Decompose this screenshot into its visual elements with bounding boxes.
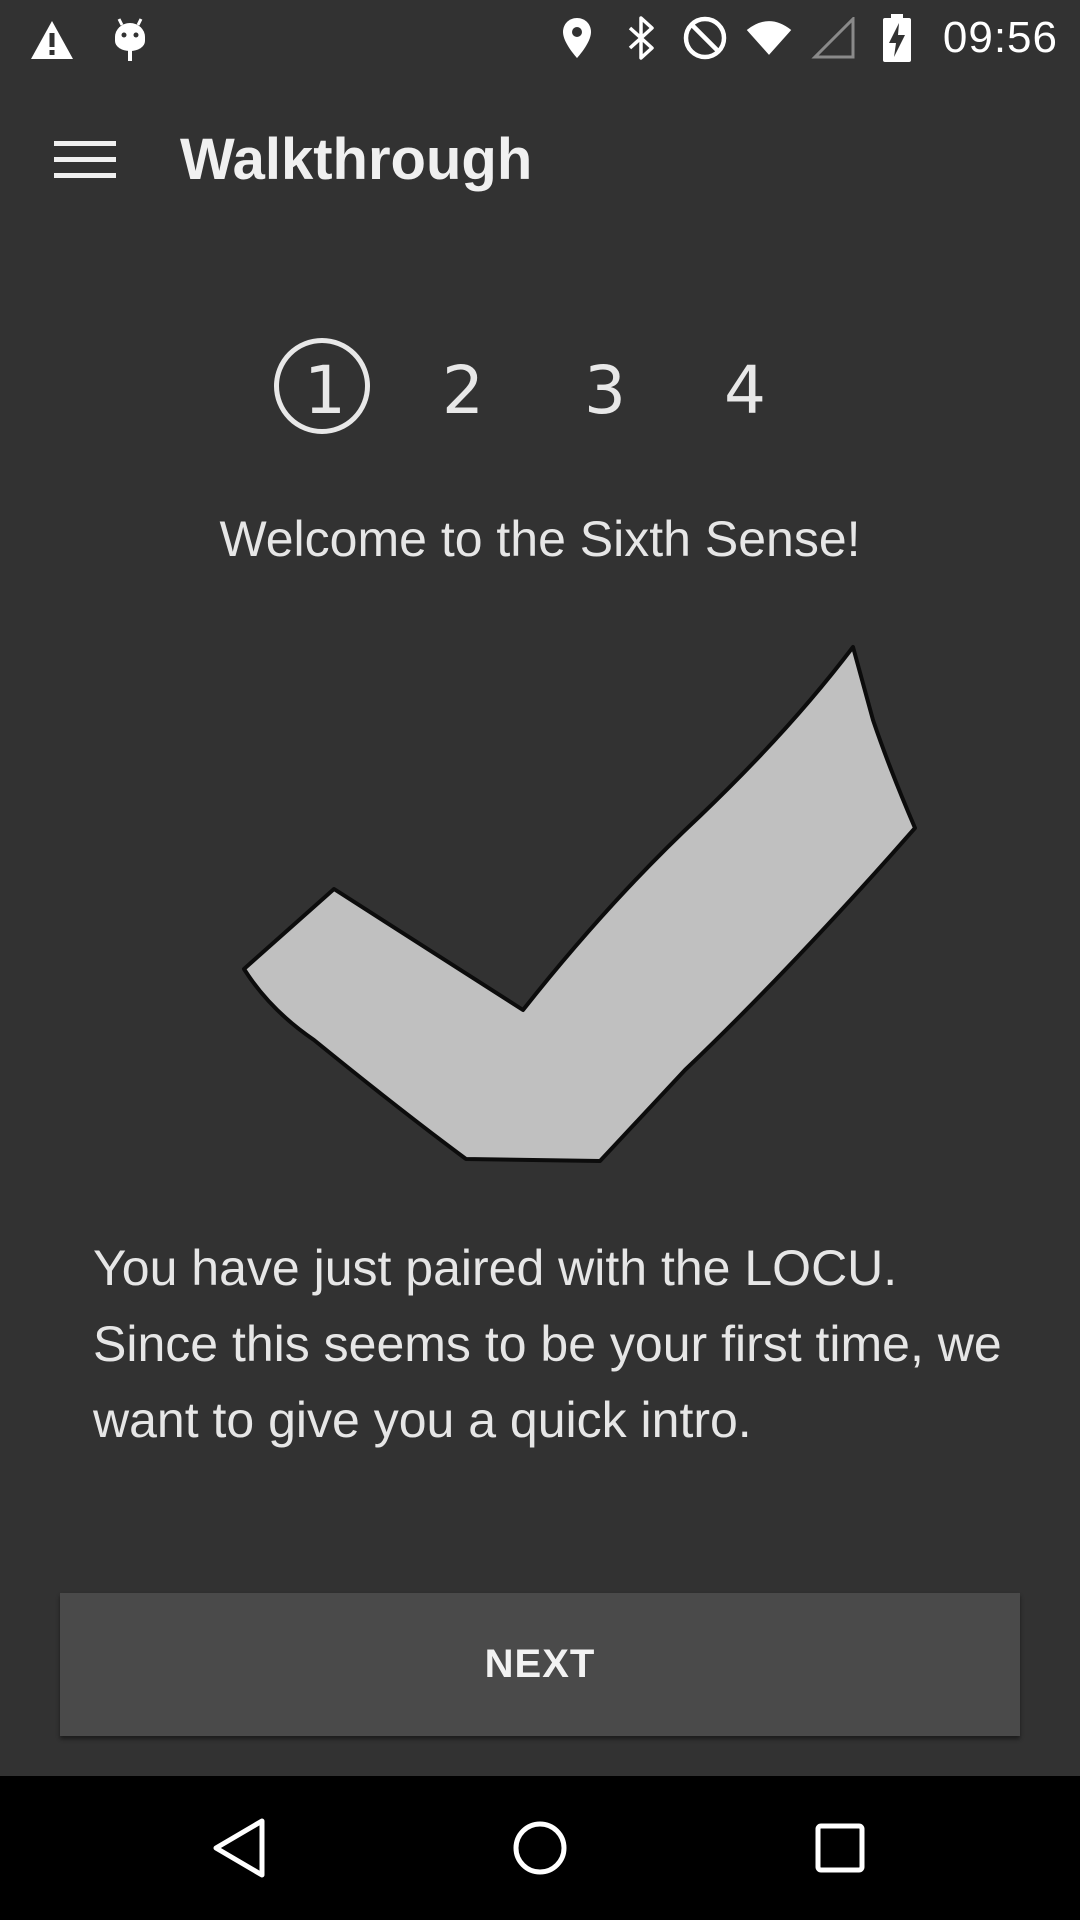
battery-charging-icon xyxy=(873,12,921,64)
back-icon[interactable] xyxy=(190,1798,290,1898)
hamburger-menu-icon[interactable] xyxy=(40,120,130,200)
bluetooth-icon xyxy=(617,12,665,64)
location-icon xyxy=(553,12,601,64)
step-3: 3 xyxy=(550,330,660,450)
android-debug-icon xyxy=(106,14,154,66)
current-step-ring xyxy=(274,338,370,434)
page-title: Walkthrough xyxy=(180,127,533,192)
step-1-current: 1 xyxy=(270,330,380,450)
intro-text: You have just paired with the LOCU. Sinc… xyxy=(93,1240,1002,1448)
cellular-signal-icon xyxy=(809,12,857,64)
home-icon[interactable] xyxy=(490,1798,590,1898)
welcome-heading: Welcome to the Sixth Sense! xyxy=(219,511,861,567)
navigation-bar xyxy=(0,1776,1080,1920)
wifi-icon xyxy=(745,12,793,64)
step-label: 2 xyxy=(442,351,484,429)
status-time: 09:56 xyxy=(942,13,1058,62)
next-button[interactable]: NEXT xyxy=(60,1593,1020,1736)
do-not-disturb-icon xyxy=(681,12,729,64)
recents-icon[interactable] xyxy=(790,1798,890,1898)
step-4: 4 xyxy=(690,330,800,450)
step-label: 4 xyxy=(724,351,766,429)
step-2: 2 xyxy=(408,330,518,450)
walkthrough-screen: 09:56 Walkthrough 1 2 3 4 Welcome to the xyxy=(0,0,1080,1920)
checkmark-icon xyxy=(230,640,930,1180)
status-bar: 09:56 xyxy=(0,0,1080,78)
warning-icon xyxy=(28,14,76,66)
step-label: 3 xyxy=(584,351,626,429)
app-bar: Walkthrough xyxy=(0,80,1080,240)
step-indicator: 1 2 3 4 xyxy=(270,330,810,450)
